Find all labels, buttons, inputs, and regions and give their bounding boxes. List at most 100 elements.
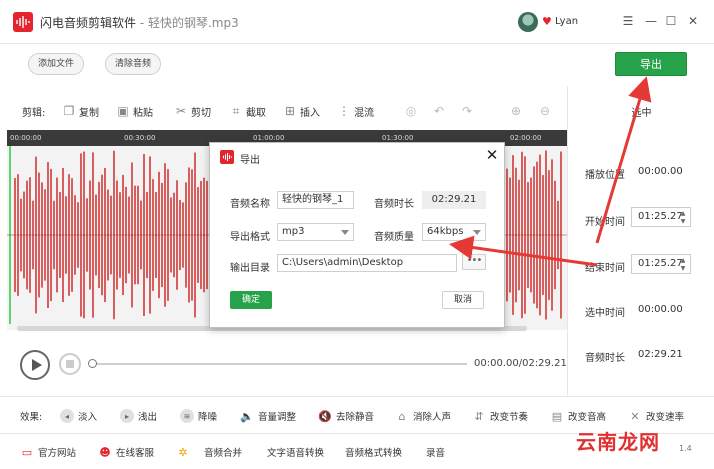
remove-silence-button[interactable]: 🔇 去除静音 [318, 409, 375, 424]
add-file-button[interactable]: 添加文件 [28, 53, 84, 75]
fade-out-label: 浅出 [138, 412, 158, 423]
end-time-down-icon[interactable]: ▼ [679, 265, 687, 272]
crop-label: 截取 [246, 107, 266, 119]
crop-button[interactable]: ⌗ 截取 [229, 103, 266, 119]
speed-icon: ✕ [630, 409, 640, 423]
redo-button[interactable]: ↷ [460, 104, 474, 118]
audio-duration-value: 02:29.21 [638, 349, 683, 360]
online-service-link[interactable]: ☻ 在线客服 [98, 445, 154, 460]
file-name: 轻快的钢琴.mp3 [147, 16, 239, 30]
ruler-tick: 00:30:00 [124, 134, 156, 142]
audio-name-input[interactable]: 轻快的钢琴_1 [277, 191, 354, 209]
cut-button[interactable]: ✂ 剪切 [174, 104, 211, 119]
remove-vocals-button[interactable]: ⌂ 消除人声 [395, 409, 452, 424]
menu-icon[interactable]: ☰ [621, 14, 635, 28]
fade-out-button[interactable]: ▸ 浅出 [120, 409, 157, 423]
output-dir-input[interactable]: C:\Users\admin\Desktop [277, 254, 457, 272]
insert-button[interactable]: ⊞ 插入 [283, 104, 320, 119]
copy-icon: ❐ [63, 104, 75, 118]
audio-quality-label: 音频质量 [374, 232, 414, 243]
official-site-link[interactable]: ▭ 官方网站 [20, 445, 76, 460]
headphone-button[interactable]: ◎ [404, 104, 418, 118]
undo-icon: ↶ [433, 104, 445, 118]
watermark: 云南龙网 [576, 430, 660, 454]
change-pitch-label: 改变音高 [568, 412, 607, 423]
export-dialog: 导出 ✕ 音频名称 轻快的钢琴_1 音频时长 02:29.21 导出格式 mp3… [209, 142, 505, 328]
denoise-button[interactable]: ≋ 降噪 [180, 409, 217, 423]
fade-in-label: 淡入 [78, 412, 98, 423]
ruler-tick: 01:30:00 [382, 134, 414, 142]
user-service-icon: ☻ [99, 445, 111, 459]
fade-out-icon: ▸ [120, 409, 134, 423]
title-bar: 闪电音频剪辑软件 - 轻快的钢琴.mp3 ♥ Lyan ☰ — ☐ ✕ [0, 0, 714, 44]
fade-in-button[interactable]: ◂ 淡入 [60, 409, 97, 423]
paste-icon: ▣ [117, 104, 129, 118]
play-button[interactable] [20, 350, 50, 380]
tempo-icon: ⇵ [474, 409, 484, 423]
playback-time: 00:00.00/02:29.21 [474, 358, 567, 369]
vip-heart-icon: ♥ [542, 15, 552, 28]
edit-toolbar: 剪辑: ❐ 复制 ▣ 粘贴 ✂ 剪切 ⌗ 截取 ⊞ 插入 ⋮ 混流 ◎ ↶ ↷ ⊕ ⊖ [0, 96, 567, 126]
window-title: 闪电音频剪辑软件 - 轻快的钢琴.mp3 [40, 14, 239, 31]
volume-adjust-button[interactable]: 🔈 音量调整 [240, 409, 296, 424]
end-time-label: 结束时间 [585, 263, 625, 274]
close-window-icon[interactable]: ✕ [686, 14, 700, 28]
audio-merge-label: 音频合并 [204, 448, 243, 459]
crop-icon: ⌗ [232, 103, 240, 118]
change-pitch-button[interactable]: ▤ 改变音高 [550, 409, 607, 424]
chevron-down-icon [473, 230, 481, 235]
mix-button[interactable]: ⋮ 混流 [337, 104, 374, 119]
dialog-duration-value: 02:29.21 [422, 191, 486, 209]
export-button[interactable]: 导出 [615, 52, 687, 76]
output-dir-label: 输出目录 [230, 263, 270, 274]
remove-silence-label: 去除静音 [336, 412, 375, 423]
fade-in-icon: ◂ [60, 409, 74, 423]
audio-quality-value: 64kbps [427, 226, 464, 237]
pitch-icon: ▤ [551, 409, 563, 423]
browse-folder-button[interactable]: ••• [462, 254, 486, 270]
undo-button[interactable]: ↶ [432, 104, 446, 118]
app-name: 闪电音频剪辑软件 [40, 16, 137, 30]
title-separator: - [136, 16, 148, 30]
zoom-out-button[interactable]: ⊖ [538, 104, 552, 118]
clear-audio-button[interactable]: 清除音频 [105, 53, 161, 75]
dialog-logo-icon [220, 150, 234, 164]
text-to-speech-link[interactable]: 文字语音转换 [267, 445, 324, 459]
end-time-up-icon[interactable]: ▲ [679, 257, 687, 264]
stop-button[interactable] [59, 353, 81, 375]
paste-button[interactable]: ▣ 粘贴 [116, 104, 153, 119]
confirm-button[interactable]: 确定 [230, 291, 272, 309]
audio-format-convert-link[interactable]: 音频格式转换 [345, 445, 402, 459]
record-link[interactable]: 录音 [426, 445, 445, 459]
audio-merge-link[interactable]: ✲ 音频合并 [176, 445, 243, 460]
audio-name-label: 音频名称 [230, 199, 270, 210]
cancel-button[interactable]: 取消 [442, 291, 484, 309]
zoom-in-button[interactable]: ⊕ [509, 104, 523, 118]
toolbar-label: 剪辑: [22, 104, 45, 119]
playback-progress-track[interactable] [92, 363, 467, 365]
avatar[interactable] [518, 12, 538, 32]
maximize-icon[interactable]: ☐ [664, 14, 678, 28]
start-time-down-icon[interactable]: ▼ [679, 218, 687, 225]
end-time-stepper[interactable]: 01:25.27 ▲ ▼ [631, 254, 691, 274]
ruler-tick: 02:00:00 [510, 134, 542, 142]
dialog-title: 导出 [240, 155, 260, 166]
copy-button[interactable]: ❐ 复制 [62, 104, 99, 119]
change-speed-button[interactable]: ✕ 改变速率 [628, 409, 684, 424]
minimize-icon[interactable]: — [644, 14, 658, 28]
export-format-select[interactable]: mp3 [277, 223, 354, 241]
audio-quality-select[interactable]: 64kbps [422, 223, 486, 241]
monitor-icon: ▭ [21, 445, 33, 459]
cut-label: 剪切 [191, 107, 211, 119]
export-format-label: 导出格式 [230, 232, 270, 243]
start-time-label: 开始时间 [585, 217, 625, 228]
change-tempo-button[interactable]: ⇵ 改变节奏 [472, 409, 528, 424]
start-time-up-icon[interactable]: ▲ [679, 210, 687, 217]
username[interactable]: Lyan [555, 16, 578, 27]
playback-progress-knob[interactable] [88, 359, 97, 368]
selected-time-value: 00:00.00 [638, 304, 683, 315]
merge-icon: ✲ [178, 445, 188, 459]
redo-icon: ↷ [461, 104, 473, 118]
start-time-stepper[interactable]: 01:25.27 ▲ ▼ [631, 207, 691, 227]
dialog-close-icon[interactable]: ✕ [484, 147, 500, 163]
